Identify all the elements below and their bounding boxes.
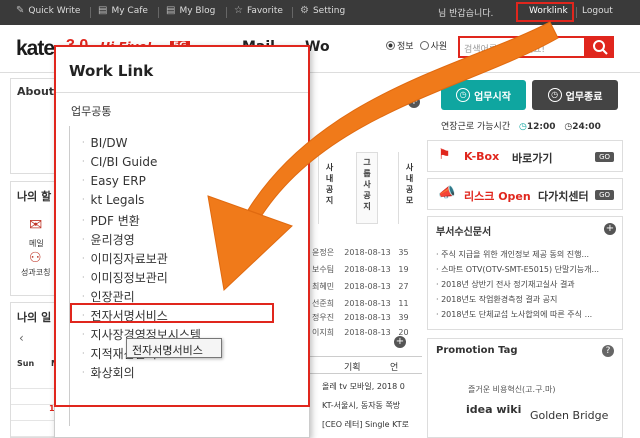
folder-icon: ▤: [98, 5, 108, 16]
worklink-item[interactable]: · kt Legals: [82, 193, 144, 207]
search-icon: [593, 40, 608, 55]
help-icon[interactable]: ?: [602, 345, 614, 357]
divider: [55, 92, 309, 93]
tooltip: 전자서명서비스: [126, 338, 222, 358]
divider: [90, 7, 91, 18]
people-icon: ⚇: [29, 250, 42, 266]
promotion-box: Promotion Tag ? 즐거운 비용혁신(고.구.마) idea wik…: [427, 338, 623, 438]
promo-idea-wiki[interactable]: idea wiki: [466, 403, 521, 416]
my-blog-link[interactable]: ▤ My Blog: [166, 5, 215, 17]
pencil-icon: ✎: [16, 5, 25, 16]
cal-day-sun: Sun: [17, 359, 35, 368]
mail-label[interactable]: 메일: [29, 238, 44, 249]
greeting-text: 님 반갑습니다.: [438, 9, 494, 19]
perf-label[interactable]: 성과코칭: [21, 267, 50, 278]
clock-icon: ◷: [456, 88, 471, 102]
radio-dot: [386, 41, 395, 50]
go-badge: GO: [595, 190, 614, 200]
tab-plan[interactable]: 기획: [344, 360, 361, 373]
work-end-button[interactable]: ◷ 업무종료: [532, 80, 618, 110]
prev-icon[interactable]: ‹: [19, 331, 24, 345]
logout-button[interactable]: Logout: [582, 6, 613, 16]
radio-dot: [419, 41, 429, 50]
promotion-title: Promotion Tag: [436, 345, 518, 356]
worklink-list: · BI/DW · CI/BI Guide · Easy ERP · kt Legals…: [69, 126, 269, 426]
my-cafe-link[interactable]: ▤ My Cafe: [98, 5, 148, 17]
news-item[interactable]: KT-서울시, 동자동 쪽방: [322, 400, 400, 411]
list-item[interactable]: · 스마트 OTV(OTV-SMT-E5015) 단말기능개...: [436, 264, 616, 275]
clock-icon: ◷: [547, 88, 562, 102]
worklink-item[interactable]: · 이미징자료보관: [82, 250, 168, 267]
tab-company-notice[interactable]: 사내공지: [318, 152, 340, 224]
dept-docs-box: 부서수신문서 + · 주식 지급을 위한 개인정보 제공 동의 진행... · …: [427, 216, 623, 330]
clock-icon: ◷: [518, 122, 527, 132]
worklink-item[interactable]: · CI/BI Guide: [82, 155, 157, 169]
news-item[interactable]: [CEO 레터] Single KT로: [322, 419, 409, 430]
divider: [576, 7, 577, 18]
tab-group-notice[interactable]: 그룹사공지: [356, 152, 378, 224]
tab-company-contest[interactable]: 사내공모: [398, 152, 420, 224]
divider: [158, 7, 159, 18]
radio-employee[interactable]: 사원: [419, 39, 447, 52]
search-input[interactable]: 검색어를 입력하세요!: [458, 36, 586, 58]
news-item[interactable]: 올레 tv 모바일, 2018 0: [322, 381, 405, 392]
folder-icon: ▤: [166, 5, 176, 16]
overtime-row: 연장근로 가능시간 ◷12:00 ◷24:00: [441, 122, 601, 132]
table-row[interactable]: 최혜민 2018-08-13 27: [312, 281, 409, 292]
promo-golden-bridge[interactable]: Golden Bridge: [530, 409, 608, 422]
esign-highlight: [70, 303, 274, 323]
star-icon: ☆: [234, 5, 243, 16]
risk-open-link[interactable]: 📣 리스크 Open 다가치센터 GO: [427, 178, 623, 210]
table-row[interactable]: 정우진 2018-08-13 39: [312, 312, 409, 323]
radio-info[interactable]: 정보: [386, 39, 414, 52]
megaphone-icon: 📣: [438, 185, 456, 201]
worklink-item[interactable]: · BI/DW: [82, 136, 127, 150]
flag-icon: ⚑: [438, 147, 451, 163]
worklink-item[interactable]: · 윤리경영: [82, 231, 135, 248]
mail-icon: ✉: [29, 215, 43, 234]
dept-docs-title: 부서수신문서: [436, 227, 492, 238]
list-item[interactable]: · 2018년도 단체교섭 노사합의에 따른 주식 ...: [436, 309, 616, 320]
divider: [226, 7, 227, 18]
search-scope: 정보 사원: [386, 39, 447, 52]
plus-icon[interactable]: +: [604, 223, 616, 235]
worklink-item[interactable]: · Easy ERP: [82, 174, 146, 188]
popup-title: Work Link: [69, 62, 154, 80]
worklink-highlight: [516, 2, 574, 22]
favorite-link[interactable]: ☆ Favorite: [234, 5, 283, 17]
popup-section-title: 업무공통: [71, 105, 112, 118]
table-row[interactable]: 이지희 2018-08-13 20: [312, 327, 409, 338]
tab-other[interactable]: 언: [390, 360, 398, 373]
search-button[interactable]: [586, 36, 614, 58]
news-tabs: 기획 언: [310, 356, 422, 374]
list-item[interactable]: · 2018년 상반기 전사 정기재고실사 결과: [436, 279, 616, 290]
divider: [292, 7, 293, 18]
table-row[interactable]: 보수팀 2018-08-13 19: [312, 264, 409, 275]
list-item[interactable]: · 2018년도 작업환경측정 결과 공지: [436, 294, 616, 305]
gear-icon: ⚙: [300, 5, 309, 16]
worklink-item[interactable]: · 화상회의: [82, 364, 135, 381]
worklink-item[interactable]: · PDF 변환: [82, 212, 140, 229]
logo[interactable]: kate: [16, 37, 55, 61]
table-row[interactable]: 선준희 2018-08-13 11: [312, 298, 409, 309]
page-root: { "topbar": { "items": [ {"label": "Quic…: [0, 0, 640, 438]
table-row[interactable]: 윤정은 2018-08-13 35: [312, 247, 409, 258]
work-start-button[interactable]: ◷ 업무시작: [441, 80, 526, 110]
go-badge: GO: [595, 152, 614, 162]
setting-link[interactable]: ⚙ Setting: [300, 5, 345, 17]
quick-write-link[interactable]: ✎ Quick Write: [16, 5, 80, 17]
plus-icon[interactable]: +: [408, 96, 420, 108]
worklink-popup: Work Link 업무공통 · BI/DW · CI/BI Guide · Easy…: [54, 45, 310, 438]
kbox-link[interactable]: ⚑ K-Box 바로가기 GO: [427, 140, 623, 172]
promo-subtitle: 즐거운 비용혁신(고.구.마): [468, 385, 556, 394]
list-item[interactable]: · 주식 지급을 위한 개인정보 제공 동의 진행...: [436, 249, 616, 260]
worklink-item[interactable]: · 이미징정보관리: [82, 269, 168, 286]
